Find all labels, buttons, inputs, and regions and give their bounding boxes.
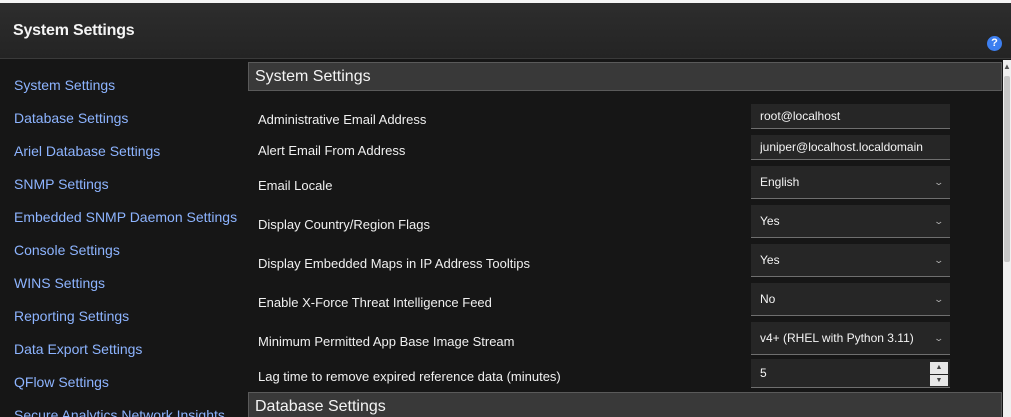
increment-icon[interactable]: ▲ (930, 362, 948, 374)
lag-time-number-input[interactable]: 5 ▲ ▼ (751, 359, 950, 388)
chevron-down-icon: ⌄ (933, 176, 945, 187)
sidebar-item-system-settings[interactable]: System Settings (14, 77, 115, 93)
lag-time-stepper[interactable]: ▲ ▼ (930, 362, 948, 386)
alert-email-from-input[interactable] (751, 135, 950, 160)
chevron-down-icon: ⌄ (933, 293, 945, 304)
scrollbar-thumb[interactable] (1004, 76, 1010, 262)
main-scrollbar[interactable]: ▲ (1003, 60, 1011, 417)
settings-panel: System Settings Administrative Email Add… (247, 60, 1003, 417)
sidebar-item-snmp-settings[interactable]: SNMP Settings (14, 176, 109, 192)
label-xforce-feed: Enable X-Force Threat Intelligence Feed (258, 295, 492, 310)
admin-email-input[interactable] (751, 104, 950, 129)
section-title: System Settings (255, 68, 371, 85)
embedded-maps-value: Yes (760, 253, 780, 267)
display-flags-select[interactable]: Yes ⌄ (751, 205, 950, 238)
sidebar-item-reporting-settings[interactable]: Reporting Settings (14, 308, 129, 324)
app-base-image-value: v4+ (RHEL with Python 3.11) (760, 331, 914, 345)
label-admin-email: Administrative Email Address (258, 112, 427, 127)
label-app-base-image: Minimum Permitted App Base Image Stream (258, 334, 515, 349)
page-title: System Settings (13, 22, 135, 39)
sidebar-item-database-settings[interactable]: Database Settings (14, 110, 128, 126)
sidebar-item-ariel-database-settings[interactable]: Ariel Database Settings (14, 143, 160, 159)
embedded-maps-select[interactable]: Yes ⌄ (751, 244, 950, 277)
decrement-icon[interactable]: ▼ (930, 374, 948, 386)
sidebar-nav: System Settings Database Settings Ariel … (0, 60, 247, 417)
sidebar-item-embedded-snmp-daemon-settings[interactable]: Embedded SNMP Daemon Settings (14, 209, 237, 225)
xforce-feed-select[interactable]: No ⌄ (751, 283, 950, 316)
page-header: System Settings ? (0, 3, 1011, 59)
chevron-down-icon: ⌄ (933, 254, 945, 265)
sidebar-item-console-settings[interactable]: Console Settings (14, 242, 120, 258)
chevron-down-icon: ⌄ (933, 215, 945, 226)
app-base-image-select[interactable]: v4+ (RHEL with Python 3.11) ⌄ (751, 322, 950, 355)
display-flags-value: Yes (760, 214, 780, 228)
xforce-feed-value: No (760, 292, 776, 306)
help-icon[interactable]: ? (987, 36, 1002, 51)
label-display-flags: Display Country/Region Flags (258, 217, 430, 232)
email-locale-select[interactable]: English ⌄ (751, 166, 950, 199)
sidebar-item-data-export-settings[interactable]: Data Export Settings (14, 341, 142, 357)
email-locale-value: English (760, 175, 800, 189)
sidebar-item-wins-settings[interactable]: WINS Settings (14, 275, 105, 291)
section-title: Database Settings (255, 398, 386, 415)
sidebar-item-secure-analytics-network-insights[interactable]: Secure Analytics Network Insights (14, 407, 225, 417)
label-lag-time: Lag time to remove expired reference dat… (258, 369, 561, 384)
label-email-locale: Email Locale (258, 178, 333, 193)
scroll-up-icon[interactable]: ▲ (1003, 60, 1011, 74)
label-alert-email-from: Alert Email From Address (258, 143, 406, 158)
chevron-down-icon: ⌄ (933, 332, 945, 343)
lag-time-value: 5 (760, 366, 767, 380)
section-header-system-settings: System Settings (248, 62, 1002, 91)
label-embedded-maps: Display Embedded Maps in IP Address Tool… (258, 256, 530, 271)
sidebar-item-qflow-settings[interactable]: QFlow Settings (14, 374, 109, 390)
section-header-database-settings: Database Settings (248, 392, 1002, 417)
